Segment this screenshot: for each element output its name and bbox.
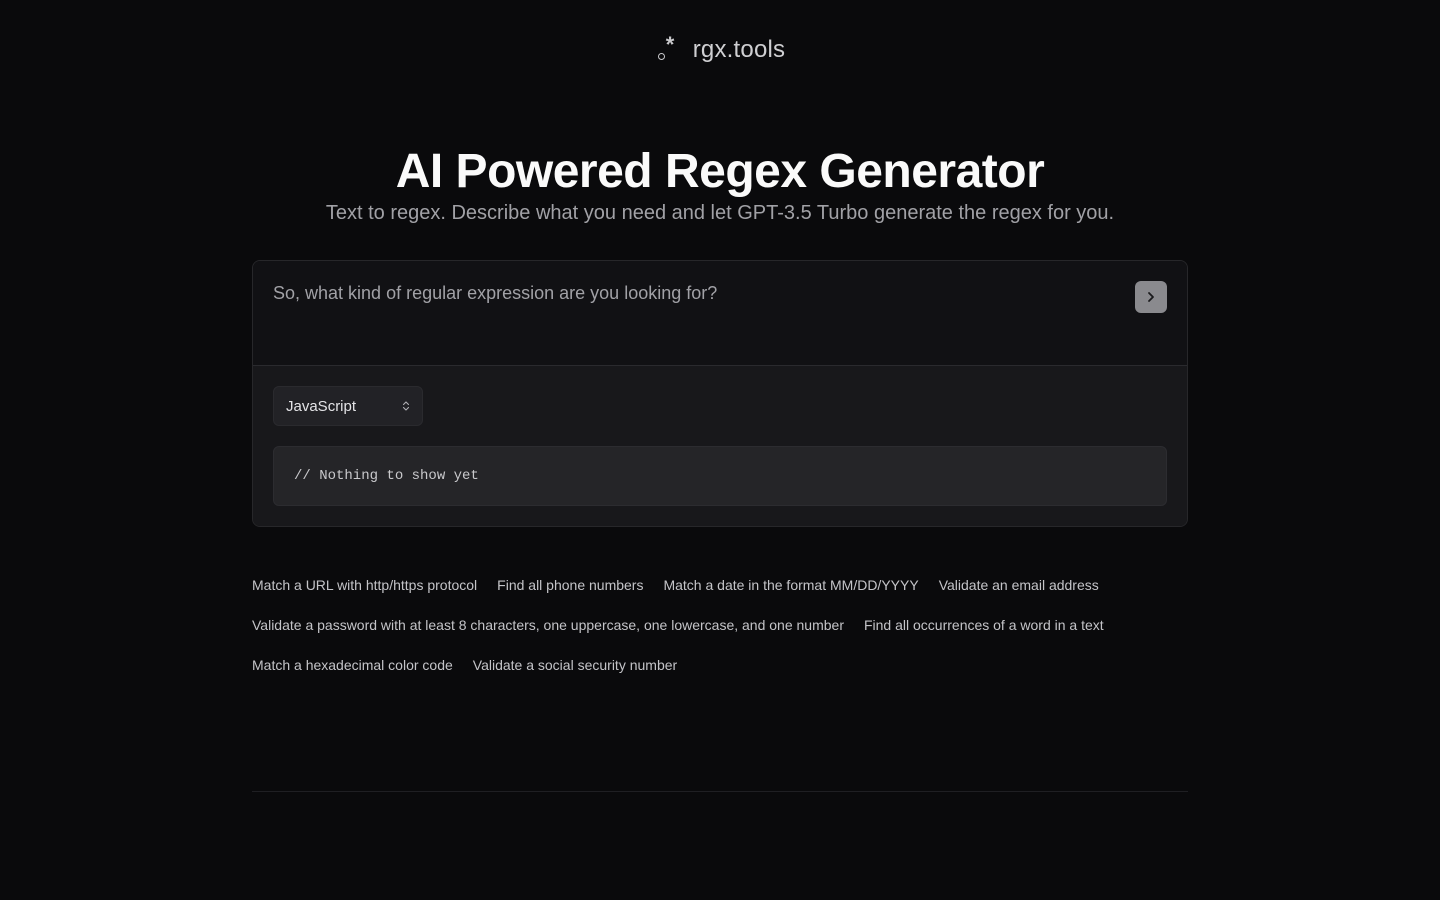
example-prompt[interactable]: Match a hexadecimal color code <box>252 656 453 674</box>
generator-card: JavaScript // Nothing to show yet <box>252 260 1188 527</box>
regex-dot-star-icon: * <box>655 34 681 64</box>
footer-divider <box>252 791 1188 792</box>
prompt-area <box>253 261 1187 366</box>
output-area: JavaScript // Nothing to show yet <box>253 366 1187 526</box>
page-title: AI Powered Regex Generator <box>395 145 1045 198</box>
example-prompt[interactable]: Find all phone numbers <box>497 576 643 594</box>
example-prompt[interactable]: Validate a social security number <box>473 656 677 674</box>
regex-description-input[interactable] <box>253 261 1113 365</box>
example-prompts: Match a URL with http/https protocol Fin… <box>252 576 1192 674</box>
example-prompt[interactable]: Validate a password with at least 8 char… <box>252 616 844 634</box>
language-select[interactable]: JavaScript <box>273 386 423 426</box>
example-prompt[interactable]: Match a URL with http/https protocol <box>252 576 477 594</box>
site-header: * rgx.tools <box>0 34 1440 64</box>
generate-button[interactable] <box>1135 281 1167 313</box>
language-select-value: JavaScript <box>286 397 357 415</box>
page-subtitle: Text to regex. Describe what you need an… <box>325 202 1115 224</box>
chevron-up-down-icon <box>402 401 410 411</box>
example-prompt[interactable]: Find all occurrences of a word in a text <box>864 616 1104 634</box>
regex-output-code: // Nothing to show yet <box>273 446 1167 506</box>
regex-output-text: // Nothing to show yet <box>294 468 479 484</box>
example-prompt[interactable]: Match a date in the format MM/DD/YYYY <box>663 576 918 594</box>
example-prompt[interactable]: Validate an email address <box>939 576 1099 594</box>
brand-name[interactable]: rgx.tools <box>693 36 786 64</box>
chevron-right-icon <box>1148 292 1154 302</box>
